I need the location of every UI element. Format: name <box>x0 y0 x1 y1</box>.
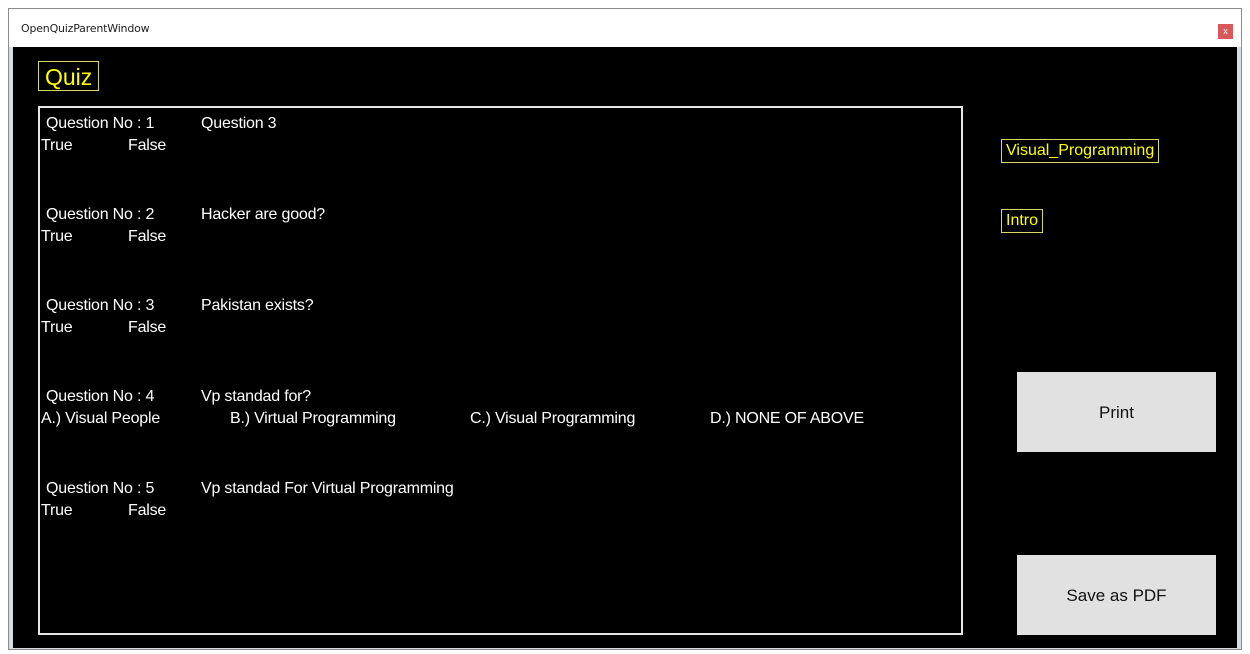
question-text: Pakistan exists? <box>201 297 314 314</box>
option-a[interactable]: A.) Visual People <box>41 410 160 428</box>
option-true[interactable]: True <box>41 319 73 337</box>
topic-label: Intro <box>1001 209 1044 233</box>
question-label: Question No : 5 <box>46 480 155 497</box>
option-false[interactable]: False <box>128 319 166 337</box>
option-c[interactable]: C.) Visual Programming <box>470 410 635 428</box>
question-text: Vp standad for? <box>201 388 311 405</box>
question-label: Question No : 1 <box>46 115 155 132</box>
client-area: Quiz Question No : 1 Question 3 True Fal… <box>13 47 1237 648</box>
question-label: Question No : 4 <box>46 388 155 405</box>
questions-panel: Question No : 1 Question 3 True False Qu… <box>38 106 963 635</box>
close-button[interactable]: x <box>1218 24 1233 39</box>
option-false[interactable]: False <box>128 137 166 155</box>
option-true[interactable]: True <box>41 137 73 155</box>
option-false[interactable]: False <box>128 502 166 520</box>
close-icon: x <box>1223 26 1228 36</box>
question-text: Question 3 <box>201 115 277 132</box>
question-label: Question No : 3 <box>46 297 155 314</box>
question-label: Question No : 2 <box>46 206 155 223</box>
window-title: OpenQuizParentWindow <box>21 22 150 35</box>
question-text: Vp standad For Virtual Programming <box>201 480 454 497</box>
title-bar[interactable]: OpenQuizParentWindow x <box>9 9 1241 47</box>
print-button[interactable]: Print <box>1017 372 1216 452</box>
save-pdf-button[interactable]: Save as PDF <box>1017 555 1216 635</box>
subject-label: Visual_Programming <box>1001 139 1160 163</box>
option-false[interactable]: False <box>128 228 166 246</box>
page-title: Quiz <box>38 61 100 91</box>
option-true[interactable]: True <box>41 228 73 246</box>
quiz-window: OpenQuizParentWindow x Quiz Question No … <box>8 8 1242 650</box>
option-b[interactable]: B.) Virtual Programming <box>230 410 396 428</box>
option-d[interactable]: D.) NONE OF ABOVE <box>710 410 864 428</box>
option-true[interactable]: True <box>41 502 73 520</box>
question-text: Hacker are good? <box>201 206 325 223</box>
